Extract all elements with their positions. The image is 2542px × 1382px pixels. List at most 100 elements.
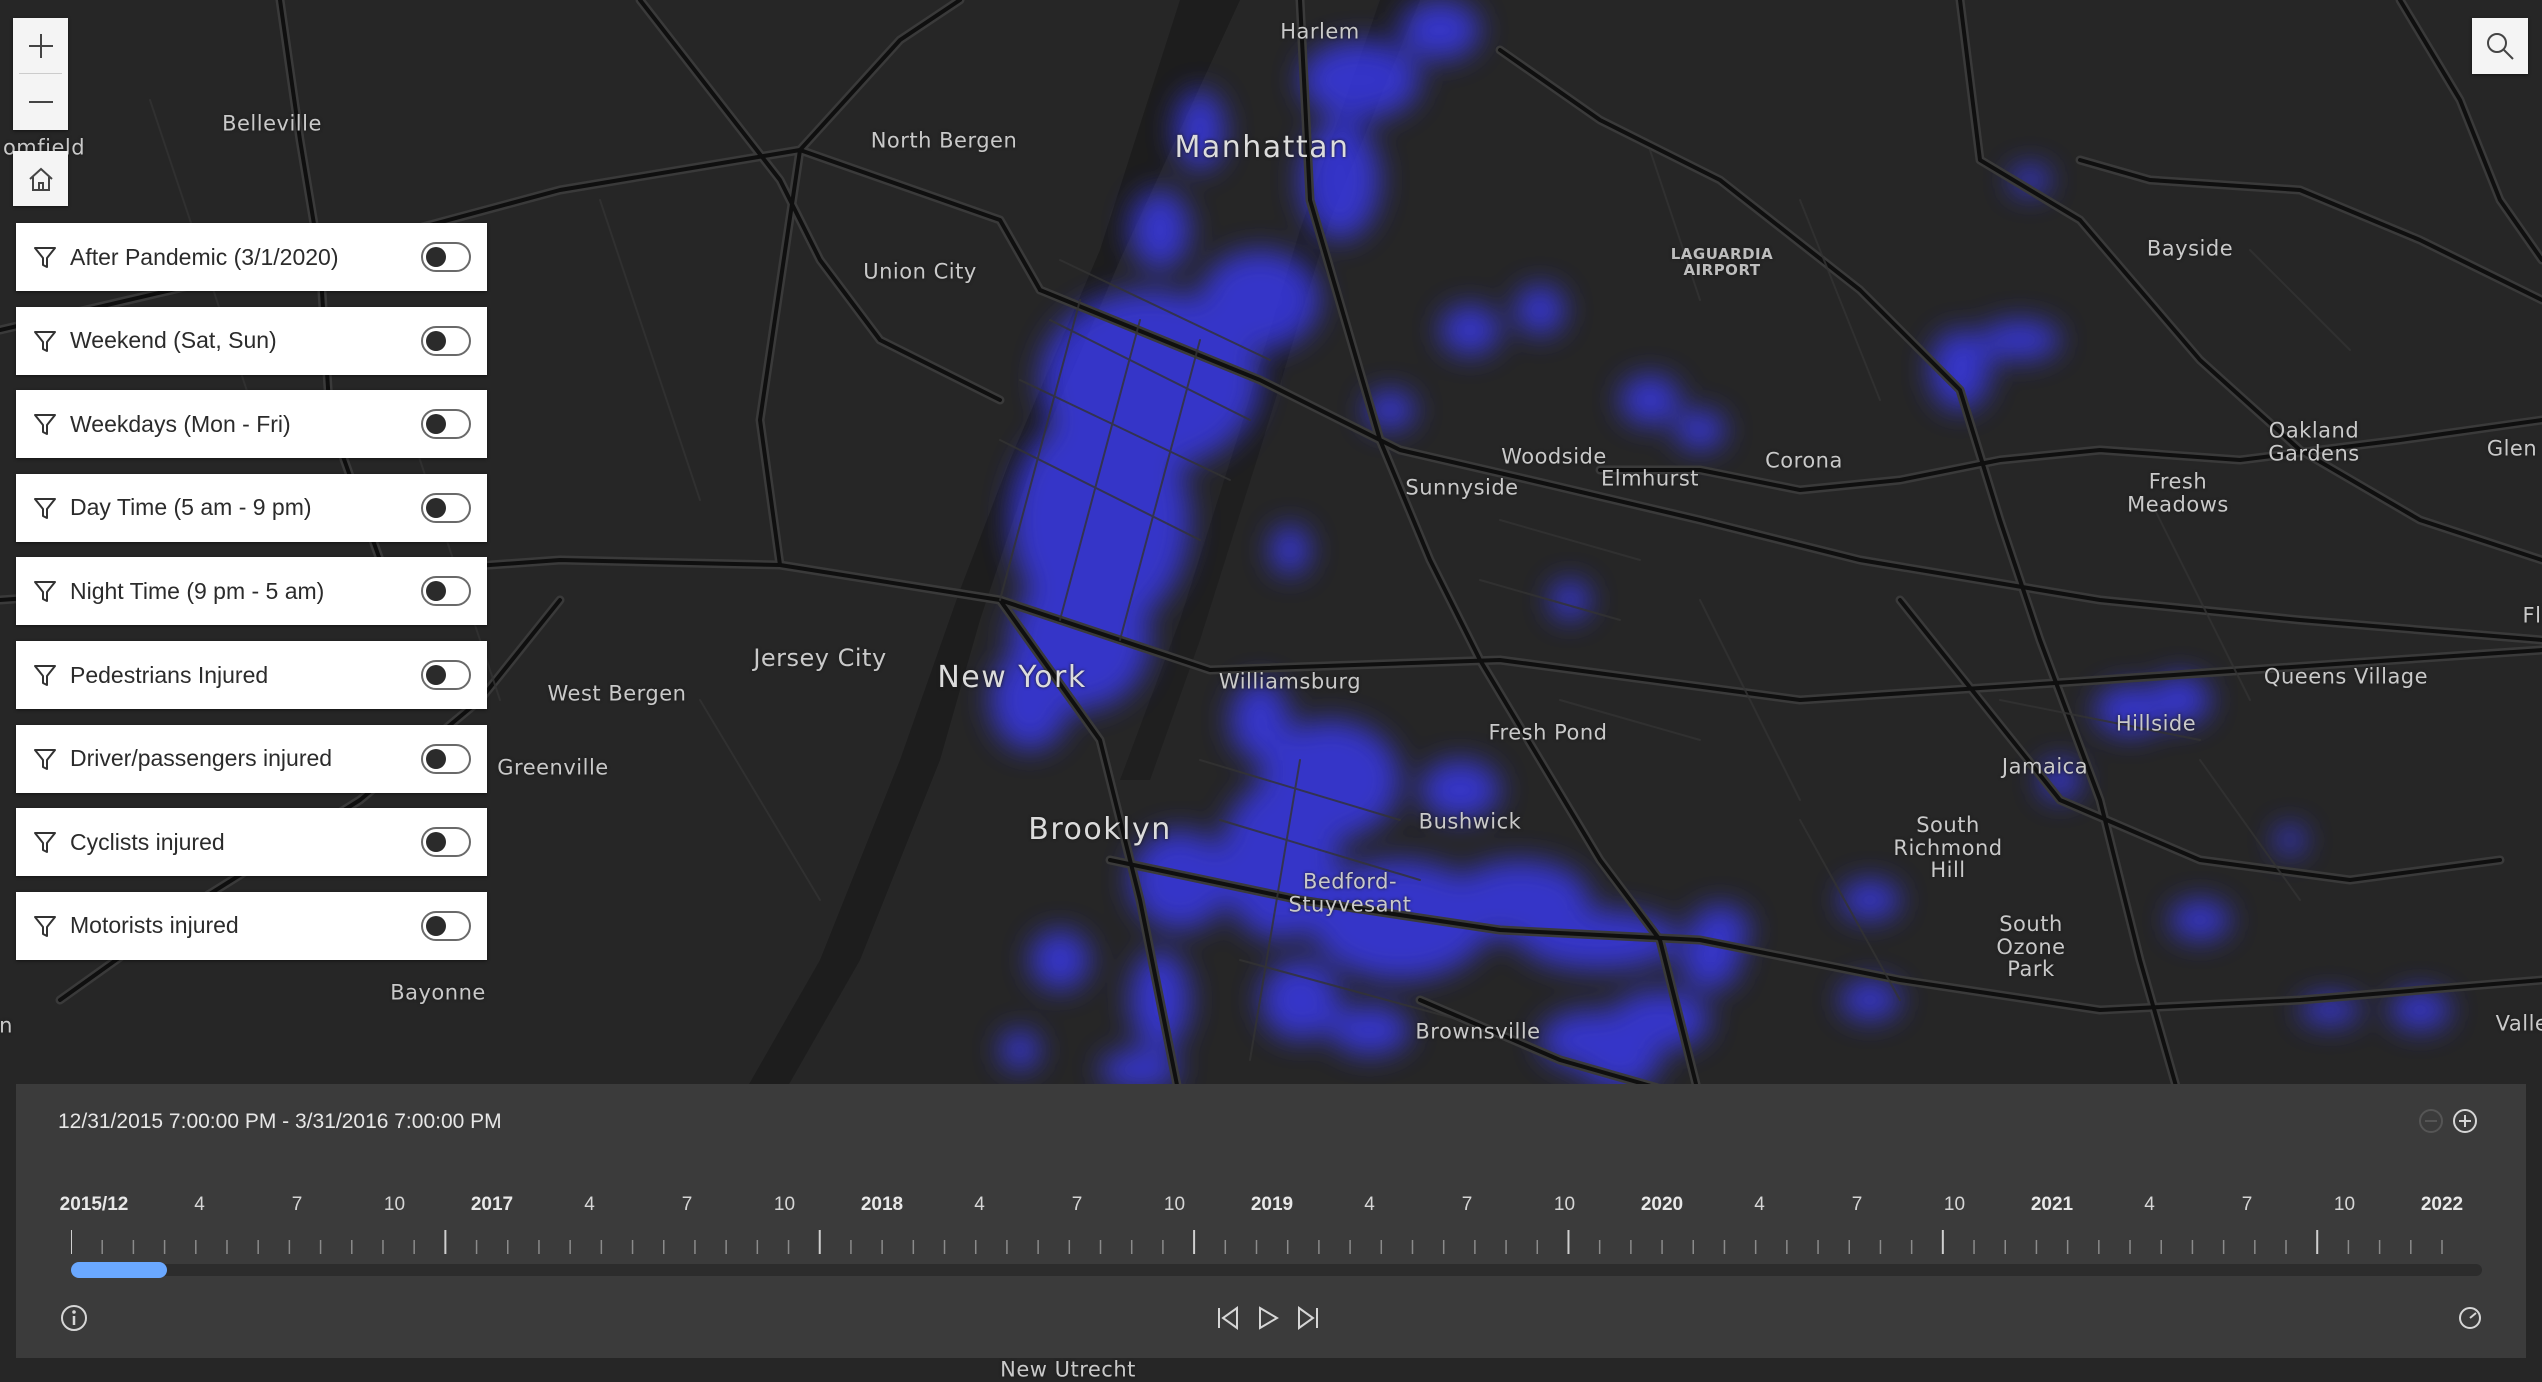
filter-item[interactable]: Day Time (5 am - 9 pm) — [16, 473, 487, 542]
toggle-knob — [426, 581, 446, 602]
time-axis-label: 4 — [584, 1194, 595, 1215]
settings-button[interactable] — [2454, 1302, 2486, 1334]
filter-label: After Pandemic (3/1/2020) — [70, 243, 339, 270]
place-label: Bedford- Stuyvesant — [1288, 869, 1412, 916]
filter-toggle[interactable] — [421, 827, 471, 858]
time-axis-label: 10 — [773, 1194, 796, 1215]
place-label: Woodside — [1501, 444, 1607, 469]
filter-toggle[interactable] — [421, 743, 471, 774]
place-label: Brooklyn — [1028, 811, 1172, 847]
toggle-knob — [426, 414, 446, 435]
zoom-out-icon — [2419, 1109, 2443, 1133]
filter-item[interactable]: Night Time (9 pm - 5 am) — [16, 557, 487, 626]
time-axis-label: 2017 — [470, 1194, 514, 1215]
time-slider: 12/31/2015 7:00:00 PM - 3/31/2016 7:00:0… — [16, 1084, 2526, 1358]
place-label: Greenville — [497, 755, 609, 780]
time-axis-label: 7 — [291, 1194, 303, 1215]
filter-toggle[interactable] — [421, 242, 471, 272]
time-axis-label: 2020 — [1640, 1194, 1684, 1215]
filter-item[interactable]: Driver/passengers injured — [16, 724, 487, 793]
place-label: South Ozone Park — [1996, 911, 2066, 982]
time-axis-label: 2022 — [2420, 1194, 2464, 1215]
time-axis-label: 7 — [1461, 1194, 1473, 1215]
place-label: Fresh Meadows — [2127, 469, 2229, 516]
filter-toggle[interactable] — [421, 910, 471, 941]
place-label: Sunnyside — [1405, 475, 1519, 500]
place-label: New York — [937, 659, 1087, 695]
place-label: Bayside — [2146, 236, 2234, 261]
slider-thumb[interactable] — [71, 1262, 168, 1278]
filter-label: Day Time (5 am - 9 pm) — [70, 494, 312, 521]
next-button[interactable] — [1292, 1302, 1324, 1334]
place-label: Queens Village — [2263, 664, 2429, 689]
filter-icon — [28, 825, 62, 859]
search-button[interactable] — [2472, 18, 2528, 74]
toggle-knob — [426, 915, 446, 936]
play-icon — [1259, 1306, 1279, 1330]
filter-label: Weekdays (Mon - Fri) — [70, 410, 291, 437]
filter-item[interactable]: Weekdays (Mon - Fri) — [16, 390, 487, 459]
filter-item[interactable]: Pedestrians Injured — [16, 641, 487, 709]
place-label: West Bergen — [547, 681, 687, 706]
filter-label: Motorists injured — [70, 912, 239, 939]
plus-icon — [28, 33, 53, 58]
place-label: Belleville — [222, 111, 322, 136]
zoom-in-slider-button[interactable] — [2450, 1106, 2480, 1136]
place-label: Union City — [863, 259, 977, 284]
zoom-out-slider-button[interactable] — [2416, 1106, 2446, 1136]
home-button[interactable] — [13, 151, 68, 206]
play-button[interactable] — [1252, 1302, 1284, 1334]
info-button[interactable] — [58, 1302, 90, 1334]
place-label: Manhattan — [1174, 129, 1350, 165]
filter-label: Driver/passengers injured — [70, 745, 333, 772]
place-label: South Richmond Hill — [1893, 812, 2003, 883]
filter-toggle[interactable] — [421, 325, 471, 356]
filter-icon — [28, 742, 62, 776]
filter-icon — [28, 909, 62, 943]
time-axis-label: 10 — [1553, 1194, 1576, 1215]
filter-label: Night Time (9 pm - 5 am) — [70, 577, 325, 604]
place-label: Oakland Gardens — [2268, 418, 2360, 465]
filter-item[interactable]: Cyclists injured — [16, 808, 487, 877]
filter-toggle[interactable] — [421, 660, 471, 690]
place-label: Elmhurst — [1601, 466, 1699, 491]
zoom-in-button[interactable] — [13, 18, 68, 73]
time-axis-label: 4 — [2144, 1194, 2155, 1215]
place-label: Williamsburg — [1218, 669, 1362, 694]
filter-icon — [28, 658, 62, 692]
place-label: Glen — [2486, 436, 2538, 461]
place-label: Jersey City — [753, 644, 887, 673]
slider-track[interactable] — [71, 1264, 2482, 1276]
filter-toggle[interactable] — [421, 492, 471, 523]
time-axis-label: 10 — [2333, 1194, 2356, 1215]
time-axis-label: 4 — [1364, 1194, 1375, 1215]
time-axis-label: 4 — [1754, 1194, 1765, 1215]
toggle-knob — [426, 832, 446, 853]
time-axis-label: 10 — [1163, 1194, 1186, 1215]
filter-toggle[interactable] — [421, 576, 471, 607]
filter-item[interactable]: After Pandemic (3/1/2020) — [16, 223, 487, 291]
time-axis-label: 10 — [1943, 1194, 1966, 1215]
filter-item[interactable]: Weekend (Sat, Sun) — [16, 306, 487, 375]
toggle-knob — [426, 665, 446, 685]
filter-label: Pedestrians Injured — [70, 661, 269, 688]
place-label: Fresh Pond — [1488, 720, 1608, 745]
filter-label: Weekend (Sat, Sun) — [70, 327, 277, 354]
filter-icon — [28, 407, 62, 441]
gauge-icon — [2459, 1307, 2481, 1329]
filter-item[interactable]: Motorists injured — [16, 891, 487, 960]
toggle-knob — [426, 748, 446, 769]
filter-toggle[interactable] — [421, 409, 471, 440]
time-axis-label: 10 — [383, 1194, 406, 1215]
zoom-control — [13, 18, 68, 130]
search-icon — [2487, 33, 2514, 60]
zoom-out-button[interactable] — [13, 74, 68, 129]
previous-button[interactable] — [1212, 1302, 1244, 1334]
time-axis-label: 2018 — [860, 1194, 904, 1215]
toggle-knob — [426, 330, 446, 351]
home-icon — [28, 167, 53, 191]
toggle-knob — [426, 247, 446, 267]
filter-label: Cyclists injured — [70, 828, 225, 855]
time-axis-ticks — [71, 1230, 2443, 1254]
skip-back-icon — [1218, 1306, 1238, 1330]
